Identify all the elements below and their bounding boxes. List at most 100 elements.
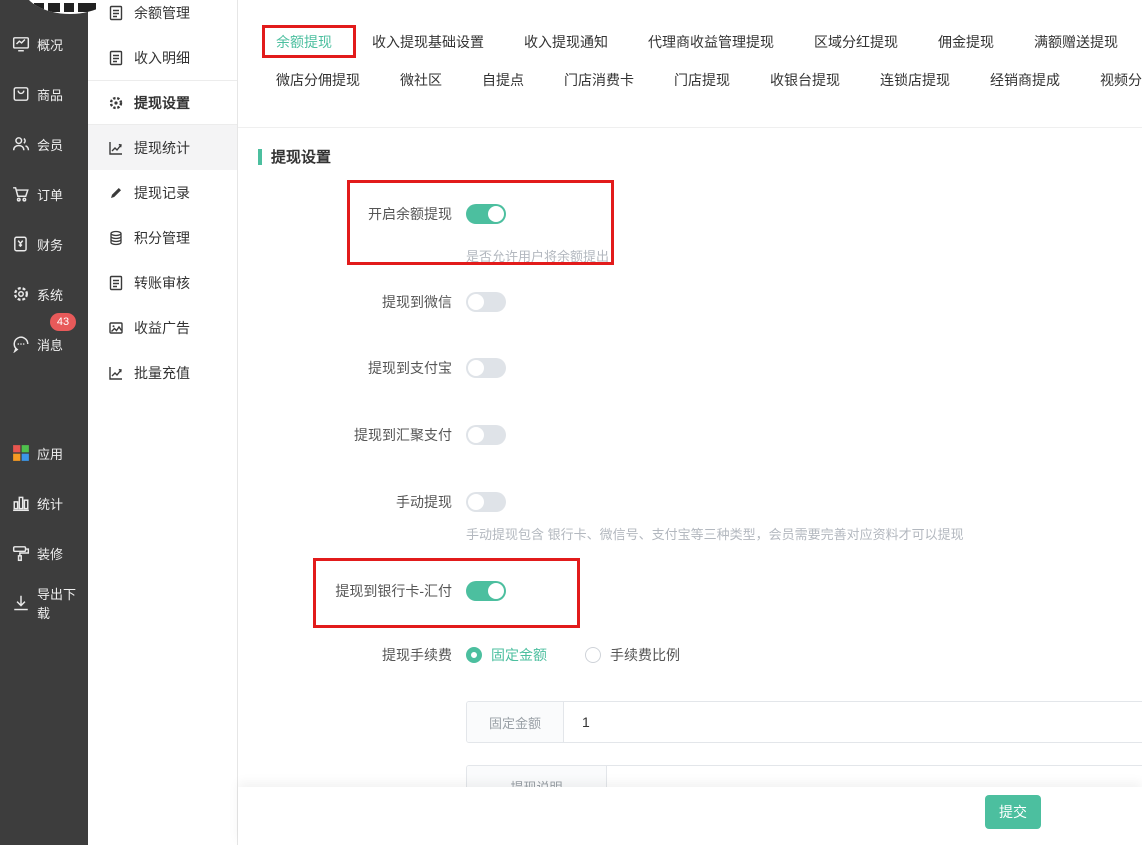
sidebar-item-label: 装修 xyxy=(37,544,63,563)
sidebar-item-label: 系统 xyxy=(37,285,63,304)
sidebar-item-stats[interactable]: 统计 xyxy=(0,478,88,528)
sidebar-item-orders[interactable]: 订单 xyxy=(0,169,88,219)
submenu-item-withdraw-records[interactable]: 提现记录 xyxy=(88,170,237,215)
sidebar-item-label: 统计 xyxy=(37,494,63,513)
document-icon xyxy=(108,50,124,66)
field-hint: 是否允许用户将余额提出 xyxy=(466,246,1142,265)
submenu-item-label: 批量充值 xyxy=(134,363,190,383)
submenu-item-label: 余额管理 xyxy=(134,3,190,23)
tab-commission-withdraw[interactable]: 佣金提现 xyxy=(938,32,994,52)
tab-dealer-commission[interactable]: 经销商提成 xyxy=(990,70,1060,90)
submenu-item-withdraw-settings[interactable]: 提现设置 xyxy=(88,80,237,125)
section-accent-bar xyxy=(258,149,262,165)
gear-icon xyxy=(108,95,124,111)
sidebar-item-goods[interactable]: 商品 xyxy=(0,69,88,119)
sidebar-item-label: 应用 xyxy=(37,444,63,463)
submit-button[interactable]: 提交 xyxy=(985,795,1041,829)
submenu-item-label: 提现统计 xyxy=(134,138,190,158)
field-label: 手动提现 xyxy=(238,492,452,512)
sidebar-item-label: 财务 xyxy=(37,235,63,254)
sidebar-item-apps[interactable]: 应用 xyxy=(0,428,88,478)
tab-micro-community[interactable]: 微社区 xyxy=(400,70,442,90)
manual-withdraw-toggle[interactable] xyxy=(466,492,506,512)
overview-icon xyxy=(11,35,30,54)
tab-cashier-withdraw[interactable]: 收银台提现 xyxy=(770,70,840,90)
sidebar-item-decorate[interactable]: 装修 xyxy=(0,528,88,578)
tab-chain-store-withdraw[interactable]: 连锁店提现 xyxy=(880,70,950,90)
toggle-knob xyxy=(468,494,484,510)
document-icon xyxy=(108,275,124,291)
apps-icon xyxy=(11,444,30,463)
submenu-item-points-manage[interactable]: 积分管理 xyxy=(88,215,237,260)
sidebar-item-label: 概况 xyxy=(37,35,63,54)
tab-store-card[interactable]: 门店消费卡 xyxy=(564,70,634,90)
system-icon xyxy=(11,285,30,304)
sidebar-item-finance[interactable]: 财务 xyxy=(0,219,88,269)
tab-income-withdraw-notice[interactable]: 收入提现通知 xyxy=(524,32,608,52)
tab-video-clipped[interactable]: 视频分 xyxy=(1100,70,1142,90)
submenu-item-label: 转账审核 xyxy=(134,273,190,293)
toggle-knob xyxy=(488,583,504,599)
sidebar-item-label: 导出下载 xyxy=(37,584,88,622)
tab-balance-withdraw[interactable]: 余额提现 xyxy=(276,32,332,52)
toggle-knob xyxy=(468,427,484,443)
fixed-amount-radio[interactable] xyxy=(466,647,482,663)
fixed-amount-input[interactable] xyxy=(564,702,1142,742)
wechat-withdraw-toggle[interactable] xyxy=(466,292,506,312)
tab-agent-income-withdraw[interactable]: 代理商收益管理提现 xyxy=(648,32,774,52)
radio-label[interactable]: 手续费比例 xyxy=(610,645,680,665)
alipay-withdraw-toggle[interactable] xyxy=(466,358,506,378)
coins-icon xyxy=(108,230,124,246)
sidebar-item-label: 消息 xyxy=(37,335,63,354)
decorate-icon xyxy=(11,544,30,563)
balance-withdraw-toggle[interactable] xyxy=(466,204,506,224)
tab-full-gift-withdraw[interactable]: 满额赠送提现 xyxy=(1034,32,1118,52)
submenu-item-income-ads[interactable]: 收益广告 xyxy=(88,305,237,350)
tab-income-withdraw-basic[interactable]: 收入提现基础设置 xyxy=(372,32,484,52)
tab-pickup-point[interactable]: 自提点 xyxy=(482,70,524,90)
sidebar-item-label: 订单 xyxy=(37,185,63,204)
main-sidebar: 概况 商品 会员 订单 财务 xyxy=(0,0,88,845)
submenu-item-batch-recharge[interactable]: 批量充值 xyxy=(88,350,237,395)
field-hint: 手动提现包含 银行卡、微信号、支付宝等三种类型，会员需要完善对应资料才可以提现 xyxy=(466,524,1142,543)
field-label: 开启余额提现 xyxy=(238,204,452,224)
tab-microshop-commission[interactable]: 微店分佣提现 xyxy=(276,70,360,90)
sidebar-item-members[interactable]: 会员 xyxy=(0,119,88,169)
submenu-item-balance-manage[interactable]: 余额管理 xyxy=(88,0,237,35)
field-label: 提现手续费 xyxy=(238,645,452,665)
submenu-item-label: 提现设置 xyxy=(134,93,190,113)
page-title: 提现设置 xyxy=(271,146,331,167)
orders-icon xyxy=(11,185,30,204)
logo-mark xyxy=(34,3,96,12)
field-label: 提现到微信 xyxy=(238,292,452,312)
stats-icon xyxy=(11,494,30,513)
submenu-item-label: 收益广告 xyxy=(134,318,190,338)
finance-submenu: 余额管理 收入明细 提现设置 提现统计 提现记录 xyxy=(88,0,238,845)
submenu-item-withdraw-stats[interactable]: 提现统计 xyxy=(88,125,237,170)
message-count-badge: 43 xyxy=(50,313,76,331)
tab-bar: 余额提现 收入提现基础设置 收入提现通知 代理商收益管理提现 区域分红提现 佣金… xyxy=(238,0,1142,128)
toggle-knob xyxy=(468,360,484,376)
tab-store-withdraw[interactable]: 门店提现 xyxy=(674,70,730,90)
submenu-item-income-detail[interactable]: 收入明细 xyxy=(88,35,237,80)
goods-icon xyxy=(11,85,30,104)
chart-icon xyxy=(108,140,124,156)
image-icon xyxy=(108,320,124,336)
bankcard-huifu-withdraw-toggle[interactable] xyxy=(466,581,506,601)
huiju-pay-withdraw-toggle[interactable] xyxy=(466,425,506,445)
sidebar-item-system[interactable]: 系统 xyxy=(0,269,88,319)
sidebar-item-overview[interactable]: 概况 xyxy=(0,19,88,69)
submenu-item-label: 收入明细 xyxy=(134,48,190,68)
sidebar-item-export[interactable]: 导出下载 xyxy=(0,578,88,628)
radio-label[interactable]: 固定金额 xyxy=(491,645,547,665)
submenu-item-transfer-audit[interactable]: 转账审核 xyxy=(88,260,237,305)
sidebar-item-message[interactable]: 43 消息 xyxy=(0,319,88,369)
fee-ratio-radio[interactable] xyxy=(585,647,601,663)
tab-region-dividend-withdraw[interactable]: 区域分红提现 xyxy=(814,32,898,52)
pencil-icon xyxy=(108,185,124,201)
toggle-knob xyxy=(468,294,484,310)
submenu-item-label: 积分管理 xyxy=(134,228,190,248)
message-icon xyxy=(11,335,30,354)
input-addon-label: 固定金额 xyxy=(467,702,564,742)
sidebar-item-label: 会员 xyxy=(37,135,63,154)
